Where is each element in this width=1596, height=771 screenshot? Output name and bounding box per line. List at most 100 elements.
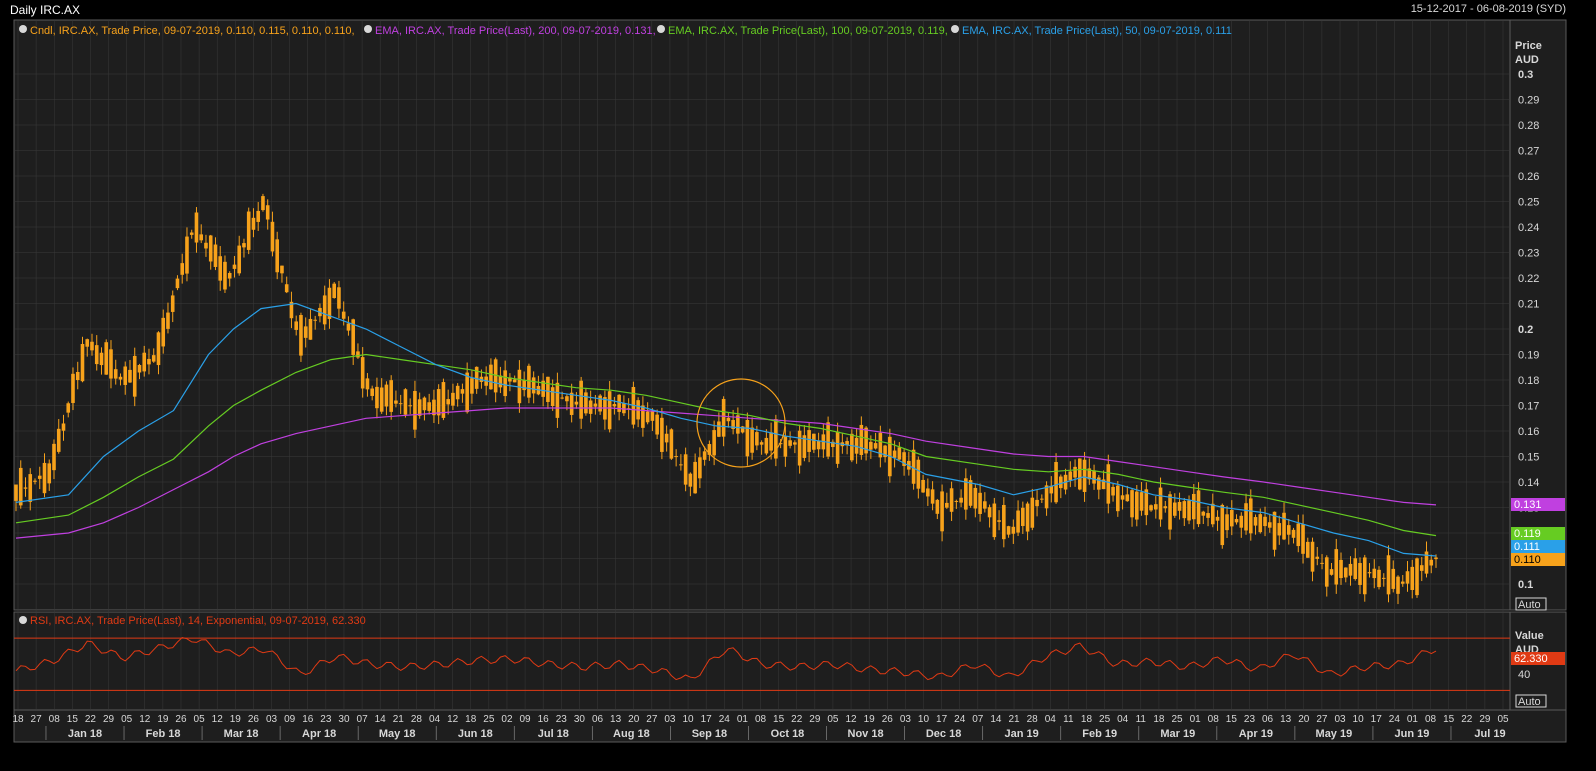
candle-body — [1419, 565, 1424, 571]
candle-body — [698, 457, 702, 479]
candle-body — [702, 451, 707, 460]
day-tick-label: 03 — [1334, 714, 1346, 725]
candle-body — [294, 321, 299, 330]
day-tick-label: 27 — [646, 714, 658, 725]
candle-body — [489, 364, 493, 390]
candle-body — [94, 345, 99, 365]
candle-body — [940, 491, 944, 532]
candle-body — [816, 440, 821, 450]
day-tick-label: 25 — [1171, 714, 1183, 725]
month-tick-label: Jul 19 — [1474, 728, 1505, 740]
auto-scale-button-rsi[interactable]: Auto — [1518, 696, 1541, 708]
series-icon[interactable] — [364, 25, 372, 33]
candle-body — [964, 478, 968, 510]
candle-body — [42, 462, 47, 494]
candle-body — [436, 389, 441, 416]
candle-body — [1277, 523, 1282, 536]
day-tick-label: 29 — [809, 714, 821, 725]
candle-body — [470, 378, 474, 394]
candle-body — [645, 411, 650, 423]
candle-body — [959, 497, 963, 503]
candle-body — [769, 432, 773, 451]
series-icon[interactable] — [657, 25, 665, 33]
day-tick-label: 04 — [429, 714, 441, 725]
candle-body — [1248, 498, 1253, 534]
series-icon[interactable] — [19, 25, 27, 33]
day-tick-label: 12 — [447, 714, 459, 725]
candle-body — [598, 395, 602, 412]
candle-body — [674, 456, 678, 458]
candle-body — [1434, 557, 1438, 560]
candle-body — [812, 433, 816, 450]
candle-body — [394, 400, 398, 404]
candle-body — [1239, 515, 1244, 528]
candle-body — [1025, 503, 1030, 532]
day-tick-label: 12 — [212, 714, 224, 725]
candle-body — [660, 417, 664, 452]
candle-body — [1315, 556, 1320, 559]
candle-body — [104, 342, 109, 375]
day-tick-label: 20 — [628, 714, 640, 725]
candle-body — [365, 378, 370, 390]
auto-scale-button-price[interactable]: Auto — [1518, 599, 1541, 611]
candle-body — [584, 392, 588, 414]
day-tick-label: 12 — [845, 714, 857, 725]
candle-body — [736, 415, 740, 434]
candle-body — [1139, 492, 1144, 511]
candle-body — [1168, 494, 1172, 530]
candle-body — [755, 432, 759, 446]
legend-ema200: EMA, IRC.AX, Trade Price(Last), 200, 09-… — [375, 25, 656, 37]
day-tick-label: 29 — [103, 714, 115, 725]
month-tick-label: Jul 18 — [538, 728, 569, 740]
month-tick-label: Mar 18 — [224, 728, 259, 740]
candle-body — [949, 488, 954, 512]
month-tick-label: Feb 18 — [146, 728, 181, 740]
candle-body — [455, 385, 460, 400]
candle-body — [280, 265, 284, 274]
day-tick-label: 03 — [664, 714, 676, 725]
candle-body — [398, 403, 403, 405]
candle-body — [218, 256, 223, 281]
price-tick-label: 0.26 — [1518, 171, 1539, 183]
price-tick-label: 0.1 — [1518, 579, 1533, 591]
day-tick-label: 26 — [882, 714, 894, 725]
candle-body — [375, 386, 379, 409]
day-tick-label: 21 — [1008, 714, 1020, 725]
candle-body — [921, 479, 925, 493]
series-icon[interactable] — [19, 616, 27, 624]
candle-body — [1163, 506, 1168, 509]
day-tick-label: 10 — [682, 714, 694, 725]
candle-body — [1291, 529, 1296, 538]
candle-body — [1343, 567, 1348, 578]
candle-body — [194, 212, 199, 243]
day-tick-label: 19 — [230, 714, 242, 725]
price-axis — [1509, 19, 1567, 611]
price-tick-label: 0.19 — [1518, 350, 1539, 362]
day-tick-label: 18 — [1153, 714, 1165, 725]
candle-body — [588, 400, 593, 414]
day-tick-label: 28 — [411, 714, 423, 725]
candle-body — [683, 454, 688, 485]
candle-body — [892, 450, 897, 458]
candle-body — [370, 388, 374, 396]
candle-body — [147, 358, 151, 365]
candle-body — [1153, 504, 1158, 510]
candle-body — [71, 373, 75, 404]
candle-body — [750, 427, 754, 453]
candle-body — [593, 403, 598, 407]
candle-body — [175, 278, 180, 289]
day-tick-label: 13 — [610, 714, 622, 725]
month-tick-label: Feb 19 — [1082, 728, 1117, 740]
day-tick-label: 18 — [1081, 714, 1093, 725]
candle-body — [156, 332, 161, 366]
tag-ema200: 0.131 — [1514, 499, 1542, 511]
month-tick-label: Jan 19 — [1005, 728, 1039, 740]
month-tick-label: Jun 19 — [1395, 728, 1430, 740]
candle-body — [850, 433, 854, 461]
candle-body — [413, 391, 417, 430]
candle-body — [1006, 526, 1011, 535]
candle-body — [1267, 522, 1272, 528]
series-icon[interactable] — [951, 25, 959, 33]
candle-body — [1391, 568, 1396, 589]
candle-body — [265, 205, 270, 220]
